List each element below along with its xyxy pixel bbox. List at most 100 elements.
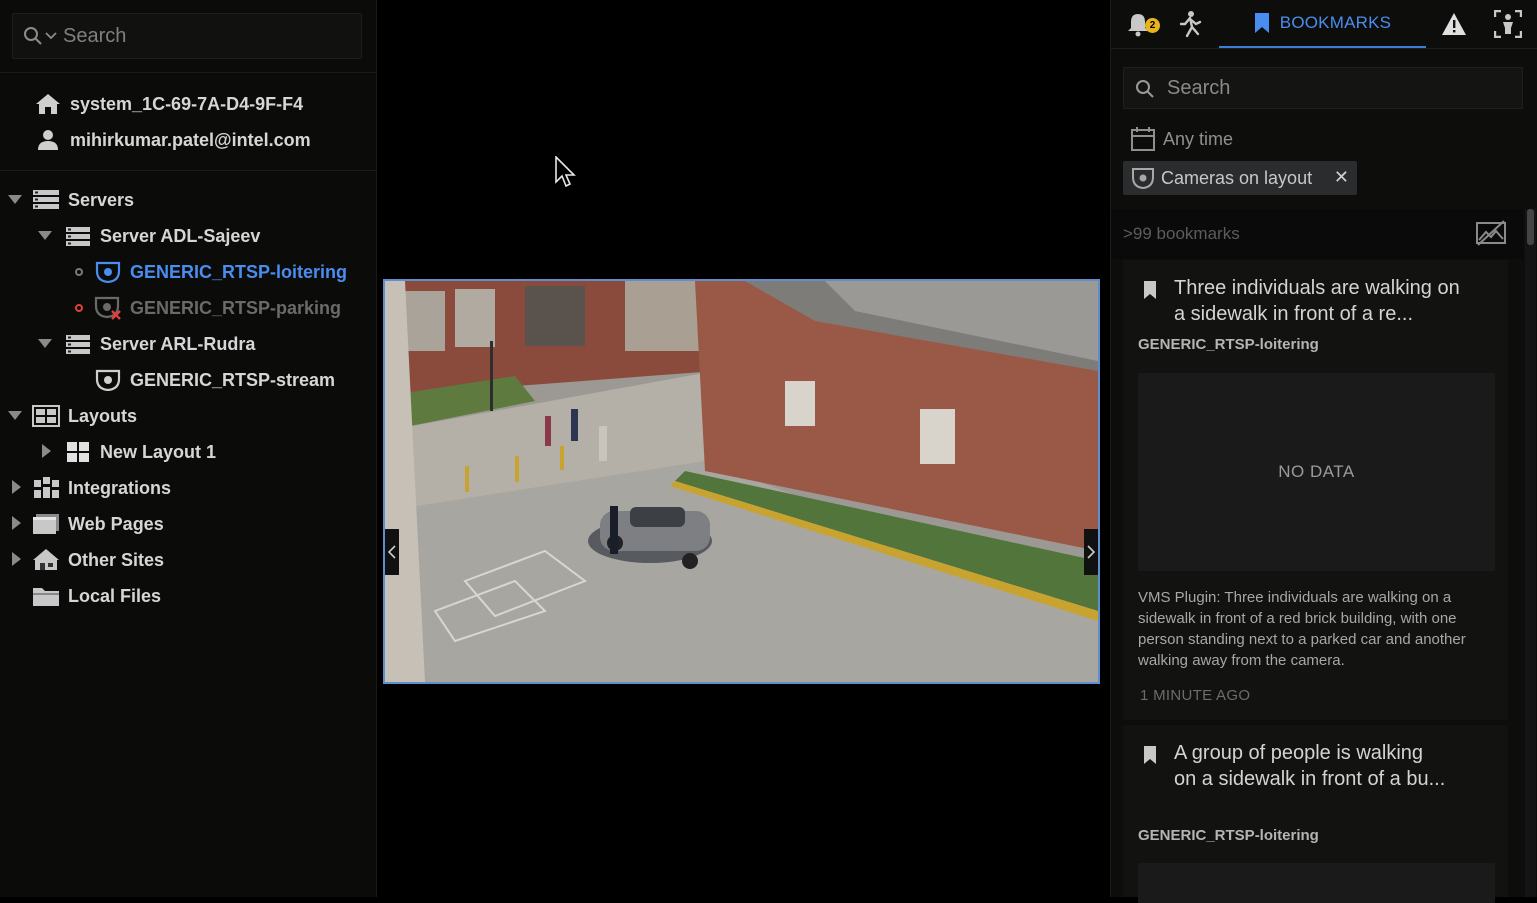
bookmark-title: A group of people is walking on a sidewa… [1174, 742, 1446, 790]
tab-bookmarks[interactable]: BOOKMARKS [1219, 0, 1426, 48]
time-filter[interactable]: Any time [1131, 127, 1233, 151]
resource-search-input[interactable]: Search [12, 13, 362, 59]
tab-notifications[interactable]: 2 [1121, 8, 1160, 40]
tree-item-servers[interactable]: Servers [32, 185, 134, 215]
divider [0, 72, 376, 73]
tree-item-label: GENERIC_RTSP-parking [130, 297, 342, 318]
bookmark-thumbnail[interactable]: NO DATA [1138, 373, 1495, 571]
expand-arrow-icon[interactable] [10, 552, 24, 566]
close-icon[interactable]: ✕ [1334, 167, 1349, 188]
tree-item-server-adl-sajeev[interactable]: Server ADL-Sajeev [64, 221, 260, 251]
layouts-icon [32, 404, 60, 428]
camera-icon [94, 368, 122, 392]
camera-video-frame [385, 281, 1098, 682]
tree-item-web-pages[interactable]: Web Pages [32, 509, 164, 539]
scrollbar-thumb[interactable] [1527, 209, 1534, 245]
bookmark-card[interactable]: Three individuals are walking on a sidew… [1123, 260, 1508, 720]
tree-item-local-files[interactable]: Local Files [32, 581, 161, 611]
time-filter-label: Any time [1163, 128, 1234, 149]
bookmark-thumbnail[interactable] [1138, 863, 1495, 903]
bookmark-camera-name: GENERIC_RTSP-loitering [1138, 827, 1319, 844]
tree-item-label: Layouts [68, 405, 138, 426]
tree-item-label: GENERIC_RTSP-stream [130, 369, 336, 390]
collapse-arrow-icon[interactable] [8, 193, 22, 207]
chevron-right-icon [1087, 545, 1095, 559]
chevron-left-icon [388, 545, 396, 559]
collapse-arrow-icon[interactable] [38, 337, 52, 351]
layout-grid-icon [64, 440, 92, 464]
web-pages-icon [32, 512, 60, 536]
warning-icon [1442, 13, 1466, 35]
search-icon [1136, 80, 1154, 98]
bookmark-card[interactable]: A group of people is walking on a sidewa… [1123, 725, 1508, 903]
expand-arrow-icon[interactable] [40, 444, 54, 458]
tree-item-label: New Layout 1 [100, 441, 217, 462]
bookmark-icon [1144, 746, 1156, 764]
tree-item-label: Local Files [68, 585, 162, 606]
tree-item-label: GENERIC_RTSP-loitering [130, 261, 348, 282]
bookmark-icon [1144, 281, 1156, 299]
system-item[interactable]: system_1C-69-7A-D4-9F-F4 [34, 89, 303, 119]
thumbnails-off-icon[interactable] [1476, 220, 1506, 246]
camera-offline-icon [94, 296, 122, 320]
collapse-arrow-icon[interactable] [8, 409, 22, 423]
tab-objects[interactable] [1491, 8, 1525, 40]
camera-icon [94, 260, 122, 284]
folder-icon [32, 584, 60, 608]
no-data-label: NO DATA [1278, 462, 1355, 481]
tree-item-label: Integrations [68, 477, 172, 498]
bookmarks-search-input[interactable]: Search [1123, 67, 1523, 109]
tree-item-integrations[interactable]: Integrations [32, 473, 171, 503]
tree-item-other-sites[interactable]: Other Sites [32, 545, 164, 575]
bookmark-icon [1254, 13, 1269, 33]
tree-item-camera-loitering[interactable]: GENERIC_RTSP-loitering [94, 257, 347, 287]
running-person-icon [1179, 11, 1202, 38]
home-icon [34, 92, 62, 116]
divider [0, 170, 376, 171]
previous-arrow-button[interactable] [385, 529, 399, 575]
camera-filter-chip[interactable]: Cameras on layout ✕ [1123, 161, 1357, 195]
layout-viewport[interactable] [377, 0, 1110, 897]
bookmark-time: 1 MINUTE AGO [1140, 687, 1251, 704]
tree-item-new-layout-1[interactable]: New Layout 1 [64, 437, 216, 467]
object-detection-icon [1494, 10, 1522, 38]
system-name: system_1C-69-7A-D4-9F-F4 [70, 93, 304, 114]
tree-item-label: Other Sites [68, 549, 165, 570]
resource-tree-panel: Search system_1C-69-7A-D4-9F-F4 mihirkum… [0, 0, 377, 897]
user-item[interactable]: mihirkumar.patel@intel.com [34, 125, 311, 155]
tree-item-layouts[interactable]: Layouts [32, 401, 137, 431]
right-panel-tabs: 2 BOOKMARKS [1111, 0, 1537, 49]
search-icon [24, 27, 42, 45]
collapse-arrow-icon[interactable] [38, 229, 52, 243]
user-email: mihirkumar.patel@intel.com [70, 129, 311, 150]
expand-arrow-icon[interactable] [10, 516, 24, 530]
search-placeholder: Search [1167, 77, 1231, 99]
tree-item-label: Servers [68, 189, 135, 210]
tree-item-camera-parking[interactable]: GENERIC_RTSP-parking [94, 293, 341, 323]
expand-arrow-icon[interactable] [10, 480, 24, 494]
bookmarks-scrollbar[interactable] [1525, 209, 1536, 897]
tree-item-server-arl-rudra[interactable]: Server ARL-Rudra [64, 329, 255, 359]
servers-icon [32, 188, 60, 212]
integrations-icon [32, 476, 60, 500]
tree-item-label: Server ADL-Sajeev [100, 225, 261, 246]
server-icon [64, 332, 92, 356]
camera-video-tile[interactable] [383, 279, 1100, 684]
tab-events[interactable] [1437, 8, 1471, 40]
chevron-down-icon[interactable] [45, 32, 57, 40]
camera-status-dot [75, 304, 83, 312]
notification-count-badge: 2 [1145, 18, 1160, 33]
other-sites-icon [32, 548, 60, 572]
bookmarks-count: >99 bookmarks [1123, 224, 1240, 243]
tree-item-label: Web Pages [68, 513, 164, 534]
tree-item-camera-stream[interactable]: GENERIC_RTSP-stream [94, 365, 335, 395]
camera-status-dot [75, 268, 83, 276]
next-arrow-button[interactable] [1084, 529, 1098, 575]
tab-label: BOOKMARKS [1279, 13, 1392, 32]
mouse-cursor-icon [555, 156, 576, 188]
bookmarks-panel: 2 BOOKMARKS Search Any time Cameras on l… [1110, 0, 1537, 903]
bookmark-camera-name: GENERIC_RTSP-loitering [1138, 336, 1319, 353]
tab-motion[interactable] [1173, 8, 1207, 40]
camera-filter-label: Cameras on layout [1161, 167, 1313, 188]
bookmark-title: Three individuals are walking on a sidew… [1174, 277, 1460, 325]
